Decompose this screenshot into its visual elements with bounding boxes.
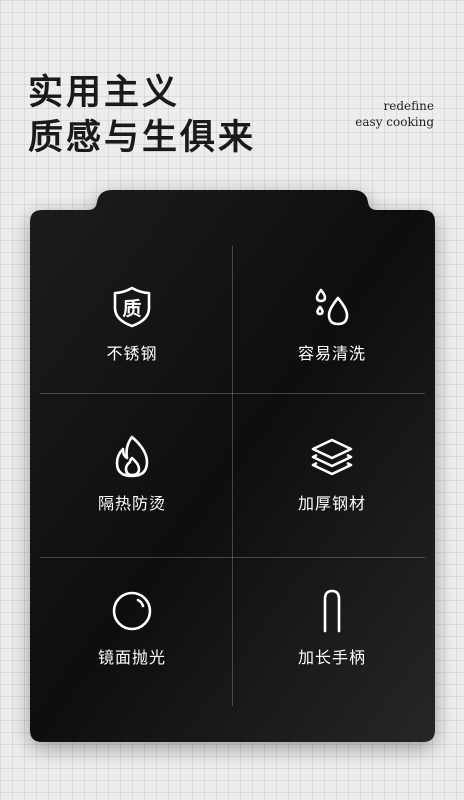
headline-line-2: 质感与生俱来: [28, 117, 257, 158]
feature-panel: 质 不锈钢 容易清洗 隔热防烫 加厚钢材 镜面抛光 加长手柄: [30, 190, 435, 742]
feature-label: 镜面抛光: [97, 648, 166, 667]
handle-icon: [309, 588, 355, 634]
feature-label: 加厚钢材: [297, 494, 366, 513]
flame-icon: [109, 434, 155, 480]
headline: 实用主义 质感与生俱来: [28, 70, 256, 160]
feature-heat-insulation: 隔热防烫: [32, 434, 232, 584]
tagline-line-1: redefine: [383, 99, 434, 113]
tagline: redefine easy cooking: [355, 98, 434, 130]
headline-line-1: 实用主义: [28, 72, 181, 113]
feature-grid: 质 不锈钢 容易清洗 隔热防烫 加厚钢材 镜面抛光 加长手柄: [30, 190, 435, 742]
feature-label: 隔热防烫: [97, 494, 166, 513]
feature-thick-steel: 加厚钢材: [232, 434, 432, 584]
feature-easy-clean: 容易清洗: [232, 284, 432, 434]
svg-text:质: 质: [122, 298, 141, 320]
layers-icon: [309, 434, 355, 480]
water-drops-icon: [309, 284, 355, 330]
feature-label: 容易清洗: [297, 344, 366, 363]
tagline-line-2: easy cooking: [355, 115, 434, 129]
feature-mirror-polish: 镜面抛光: [32, 588, 232, 738]
feature-label: 加长手柄: [297, 648, 366, 667]
mirror-circle-icon: [109, 588, 155, 634]
quality-shield-icon: 质: [109, 284, 155, 330]
feature-long-handle: 加长手柄: [232, 588, 432, 738]
feature-label: 不锈钢: [106, 344, 158, 363]
feature-stainless-steel: 质 不锈钢: [32, 284, 232, 434]
